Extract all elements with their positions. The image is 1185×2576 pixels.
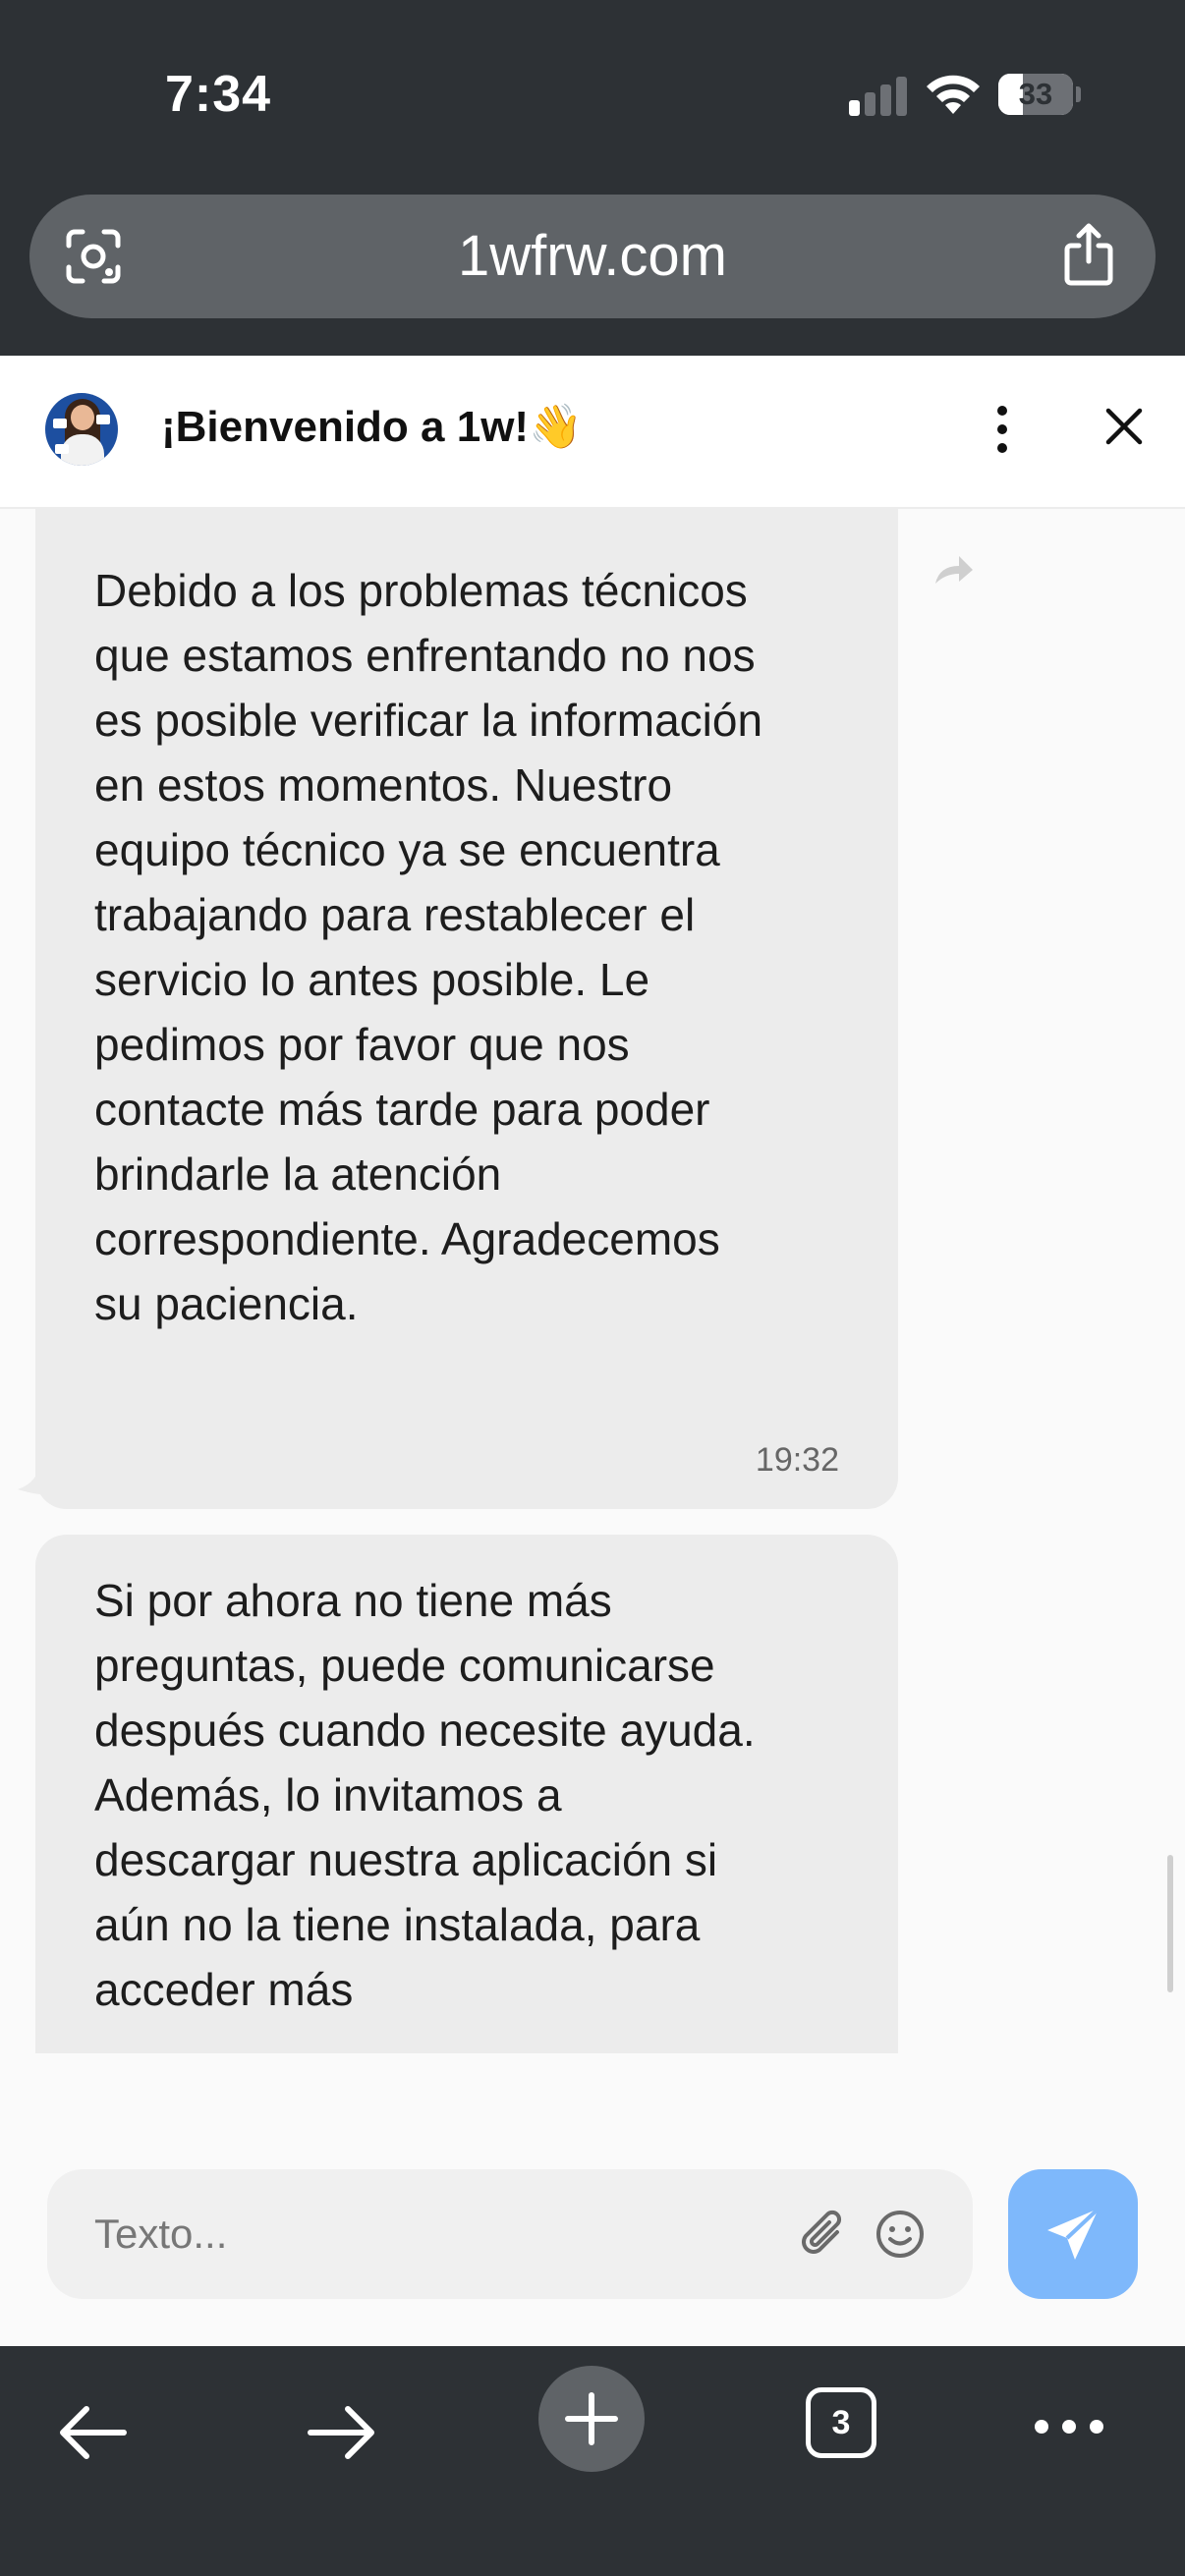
- message-time: 19:32: [755, 1441, 839, 1479]
- close-icon[interactable]: [1104, 407, 1144, 446]
- chat-title: ¡Bienvenido a 1w!👋: [161, 403, 583, 451]
- message-text: Debido a los problemas técnicos que esta…: [94, 565, 763, 1329]
- message-list[interactable]: Debido a los problemas técnicos que esta…: [0, 509, 1185, 2053]
- browser-bottom-bar: 3: [0, 2346, 1185, 2576]
- message-input-box: [47, 2169, 973, 2299]
- composer: [0, 2053, 1185, 2346]
- wifi-icon: [927, 75, 980, 114]
- attachment-icon[interactable]: [798, 2207, 847, 2262]
- bubble-tail: [18, 1462, 57, 1495]
- url-bar[interactable]: 1wfrw.com: [29, 195, 1156, 318]
- url-text[interactable]: 1wfrw.com: [29, 195, 1156, 318]
- chat-header: ¡Bienvenido a 1w!👋: [0, 356, 1185, 509]
- emoji-icon[interactable]: [875, 2209, 926, 2260]
- send-icon: [1047, 2207, 1100, 2260]
- send-button[interactable]: [1008, 2169, 1138, 2299]
- battery-icon: 33: [998, 74, 1073, 115]
- tabs-button[interactable]: 3: [806, 2387, 876, 2458]
- back-arrow-icon[interactable]: [57, 2405, 128, 2460]
- more-vertical-icon[interactable]: [990, 403, 1014, 456]
- forward-icon[interactable]: [933, 552, 975, 588]
- message-bubble: Debido a los problemas técnicos que esta…: [35, 509, 898, 1509]
- scrollbar[interactable]: [1167, 1855, 1173, 1992]
- forward-arrow-icon[interactable]: [307, 2405, 377, 2460]
- avatar: [45, 393, 118, 466]
- browser-top-chrome: 7:34 33 1wfrw.com: [0, 0, 1185, 356]
- plus-icon: [565, 2392, 618, 2445]
- message-input[interactable]: [94, 2169, 802, 2299]
- message-bubble: Si por ahora no tiene más preguntas, pue…: [35, 1535, 898, 2053]
- new-tab-button[interactable]: [538, 2366, 645, 2472]
- battery-level: 33: [1018, 77, 1053, 111]
- more-icon[interactable]: [1034, 2417, 1104, 2436]
- message-text: Si por ahora no tiene más preguntas, pue…: [94, 1575, 756, 2015]
- battery-indicator: 33: [998, 74, 1081, 115]
- status-time: 7:34: [165, 66, 272, 123]
- cellular-signal-icon: [849, 77, 908, 116]
- share-icon[interactable]: [1059, 222, 1118, 287]
